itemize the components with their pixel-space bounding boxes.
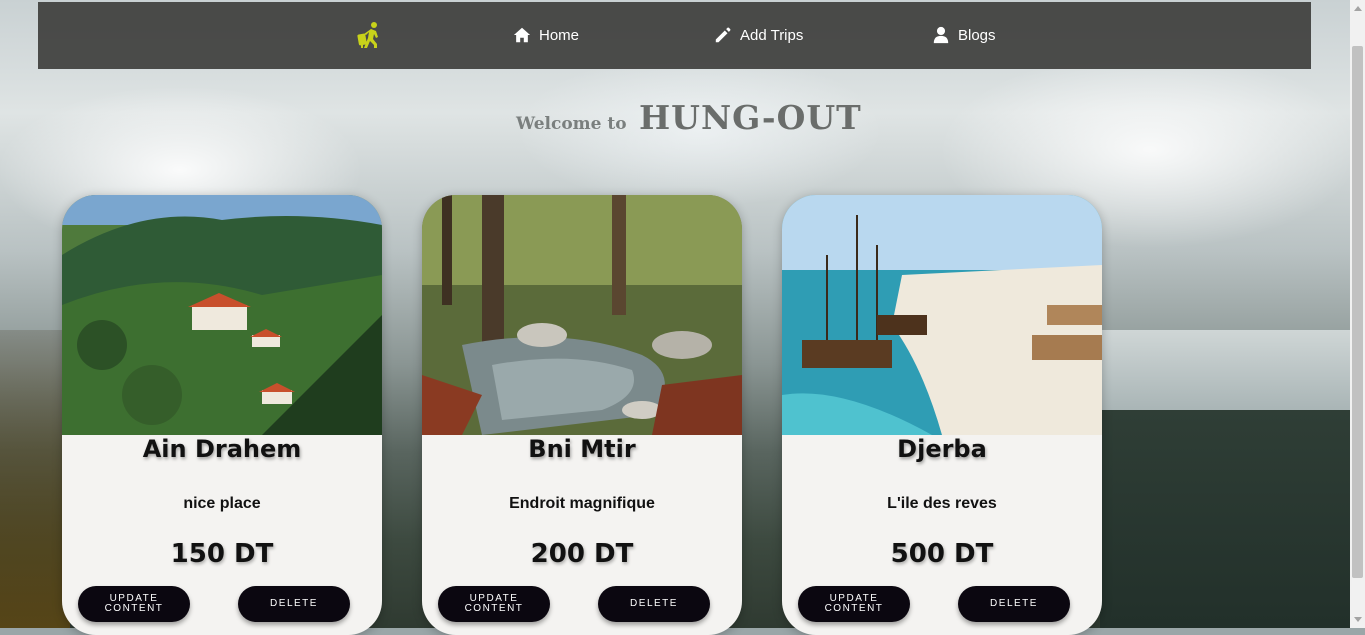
trip-price: 500 DT — [890, 539, 994, 569]
update-content-button[interactable]: UPDATE CONTENT — [78, 586, 190, 622]
background-foliage — [0, 330, 70, 628]
trip-card: Djerba L'ile des reves 500 DT UPDATE CON… — [782, 195, 1102, 635]
nav-home[interactable]: Home — [513, 26, 579, 44]
trip-description: Endroit magnifique — [509, 495, 655, 512]
trip-price: 150 DT — [170, 539, 274, 569]
nav-blogs[interactable]: Blogs — [932, 26, 996, 44]
traveler-icon[interactable] — [356, 20, 386, 50]
navbar: Home Add Trips Blogs — [38, 2, 1311, 69]
delete-button[interactable]: DELETE — [238, 586, 350, 622]
nav-home-label: Home — [539, 26, 580, 44]
trip-title: Ain Drahem — [142, 435, 302, 463]
scroll-up-arrow-icon[interactable] — [1354, 6, 1362, 11]
home-icon — [513, 27, 531, 43]
welcome-text: Welcome to — [516, 114, 627, 134]
update-content-button[interactable]: UPDATE CONTENT — [438, 586, 550, 622]
trip-title: Bni Mtir — [528, 435, 636, 463]
trip-image — [62, 195, 382, 435]
trip-title: Djerba — [897, 435, 987, 463]
background-sea — [1100, 330, 1350, 415]
trip-card: Ain Drahem nice place 150 DT UPDATE CONT… — [62, 195, 382, 635]
scroll-down-arrow-icon[interactable] — [1354, 617, 1362, 622]
pencil-icon — [715, 27, 731, 43]
trip-description: L'ile des reves — [887, 495, 997, 512]
trip-card: Bni Mtir Endroit magnifique 200 DT UPDAT… — [422, 195, 742, 635]
page-scrollbar[interactable] — [1350, 0, 1365, 628]
background-forest — [1100, 410, 1350, 628]
trip-image — [782, 195, 1102, 435]
nav-add-trips-label: Add Trips — [740, 26, 804, 44]
user-icon — [933, 26, 949, 44]
brand-title: HUNG-OUT — [639, 98, 862, 137]
update-content-button[interactable]: UPDATE CONTENT — [798, 586, 910, 622]
trip-image — [422, 195, 742, 435]
trip-price: 200 DT — [530, 539, 634, 569]
trip-description: nice place — [183, 495, 261, 512]
nav-add-trips[interactable]: Add Trips — [714, 26, 803, 44]
delete-button[interactable]: DELETE — [598, 586, 710, 622]
delete-button[interactable]: DELETE — [958, 586, 1070, 622]
scroll-thumb[interactable] — [1352, 46, 1363, 578]
nav-blogs-label: Blogs — [958, 26, 996, 44]
